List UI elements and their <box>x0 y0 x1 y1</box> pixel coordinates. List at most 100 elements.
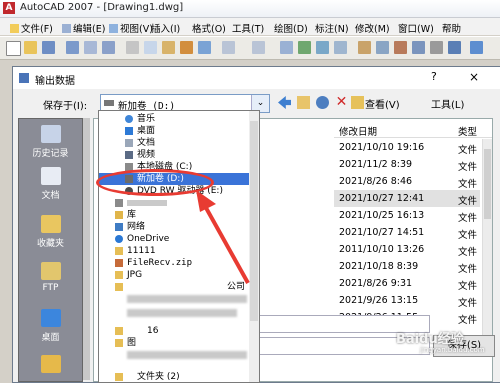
video-icon <box>125 151 133 159</box>
sheet-set-icon[interactable] <box>412 41 425 54</box>
open-icon[interactable] <box>24 41 37 54</box>
menu-insert[interactable]: 插入(I) <box>151 21 180 35</box>
scroll-thumb[interactable] <box>484 149 491 219</box>
list-item[interactable]: 11111 <box>99 245 259 257</box>
sidebar-item-desktop[interactable]: 桌面 <box>19 309 82 343</box>
save-icon[interactable] <box>42 41 55 54</box>
list-item[interactable]: OneDrive <box>99 233 259 245</box>
list-item[interactable]: 文档 <box>99 137 259 149</box>
folder-icon <box>40 355 61 373</box>
list-item[interactable]: 网络 <box>99 221 259 233</box>
up-folder-icon[interactable] <box>297 96 310 109</box>
new-folder-icon[interactable] <box>351 96 364 109</box>
menu-dimension[interactable]: 标注(N) <box>315 21 349 35</box>
menu-format[interactable]: 格式(O) <box>192 21 226 35</box>
ftp-icon <box>40 262 61 280</box>
dialog-title: 输出数据 <box>35 76 75 87</box>
paste-icon[interactable] <box>162 41 175 54</box>
sidebar-item-label: 历史记录 <box>32 149 69 159</box>
properties-icon[interactable] <box>358 41 371 54</box>
menu-help[interactable]: 帮助 <box>442 21 461 35</box>
redacted-text <box>127 309 237 317</box>
table-row[interactable]: 2021/8/26 8:46 文件 <box>334 173 480 190</box>
back-icon[interactable] <box>278 96 291 109</box>
menu-draw[interactable]: 绘图(D) <box>274 21 308 35</box>
dropdown-scrollbar[interactable] <box>249 111 259 382</box>
new-icon[interactable] <box>6 41 21 56</box>
sidebar-scrollbar[interactable] <box>83 118 90 380</box>
column-modified-date[interactable]: 修改日期 <box>339 124 377 138</box>
tool-palettes-icon[interactable] <box>394 41 407 54</box>
list-item[interactable]: 桌面 <box>99 125 259 137</box>
highlight-ellipse <box>96 169 214 196</box>
column-type[interactable]: 类型 <box>458 124 477 138</box>
autocad-logo-icon: A <box>3 2 15 14</box>
save-in-dropdown-list: 音乐 桌面 文档 视频 本地磁盘 (C:) 新加卷 (D:) DVD RW 驱动… <box>98 110 260 383</box>
column-header: 修改日期 类型 <box>334 121 492 138</box>
list-item[interactable]: FileRecv.zip <box>99 257 259 269</box>
list-item[interactable]: 公司 <box>99 281 259 293</box>
menu-modify[interactable]: 修改(M) <box>355 21 390 35</box>
dialog-icon <box>19 73 29 83</box>
list-item[interactable]: 视频 <box>99 149 259 161</box>
sidebar-item-documents[interactable]: 文档 <box>19 167 82 201</box>
zoom-window-icon[interactable] <box>316 41 329 54</box>
list-item[interactable]: 图 <box>99 337 259 349</box>
table-row[interactable]: 2021/10/10 19:16 文件 <box>334 139 480 156</box>
preview-icon[interactable] <box>84 41 97 54</box>
menu-file[interactable]: 文件(F) <box>10 21 53 35</box>
menu-tools[interactable]: 工具(T) <box>232 21 264 35</box>
table-row[interactable]: 2021/9/26 13:15 文件 <box>334 292 480 309</box>
scroll-thumb[interactable] <box>250 121 258 321</box>
block-editor-icon[interactable] <box>198 41 211 54</box>
list-item[interactable]: JPG <box>99 269 259 281</box>
list-item[interactable]: 文件夹 (2) <box>99 371 259 382</box>
save-in-label: 保存于(I): <box>43 101 88 112</box>
design-center-icon[interactable] <box>376 41 389 54</box>
pan-icon[interactable] <box>280 41 293 54</box>
menu-view[interactable]: 视图(V) <box>109 21 153 35</box>
markup-icon[interactable] <box>430 41 443 54</box>
delete-icon[interactable]: ✕ <box>335 95 348 109</box>
table-row[interactable]: 2021/10/27 14:51 文件 <box>334 224 480 241</box>
quickcalc-icon[interactable] <box>448 41 461 54</box>
library-icon <box>115 211 123 219</box>
sidebar-item-label: 文档 <box>41 191 60 201</box>
list-item[interactable]: 16 <box>99 325 259 337</box>
folder-icon <box>115 327 123 335</box>
menu-edit[interactable]: 编辑(E) <box>62 21 105 35</box>
network-icon <box>115 223 123 231</box>
table-row[interactable]: 2021/10/18 8:39 文件 <box>334 258 480 275</box>
sidebar-item-ftp[interactable]: FTP <box>19 262 82 293</box>
table-row[interactable]: 2021/10/25 16:13 文件 <box>334 207 480 224</box>
cut-icon[interactable] <box>126 41 139 54</box>
folder-icon <box>115 373 123 381</box>
table-row[interactable]: 2021/8/26 9:31 文件 <box>334 275 480 292</box>
search-web-icon[interactable] <box>316 96 329 109</box>
list-item[interactable]: 音乐 <box>99 113 259 125</box>
publish-icon[interactable] <box>102 41 115 54</box>
copy-icon[interactable] <box>144 41 157 54</box>
undo-icon[interactable] <box>222 41 235 54</box>
list-item[interactable]: 库 <box>99 209 259 221</box>
sidebar-item-favorites[interactable]: 收藏夹 <box>19 215 82 249</box>
sidebar-item-folder[interactable] <box>19 355 82 376</box>
match-properties-icon[interactable] <box>180 41 193 54</box>
table-row[interactable]: 2021/11/2 8:39 文件 <box>334 156 480 173</box>
table-row[interactable]: 2021/10/27 12:41 文件 <box>334 190 480 207</box>
help-button[interactable]: ? <box>431 70 437 83</box>
close-button[interactable]: × <box>469 70 479 84</box>
table-row[interactable]: 2011/10/10 13:26 文件 <box>334 241 480 258</box>
zoom-realtime-icon[interactable] <box>298 41 311 54</box>
view-menu[interactable]: 查看(V) <box>365 96 400 111</box>
help-icon[interactable] <box>470 41 483 54</box>
places-sidebar: 历史记录 文档 收藏夹 FTP 桌面 <box>18 118 83 382</box>
menu-window[interactable]: 窗口(W) <box>398 21 434 35</box>
tools-menu[interactable]: 工具(L) <box>431 96 464 111</box>
plot-icon[interactable] <box>66 41 79 54</box>
redo-icon[interactable] <box>252 41 265 54</box>
list-item[interactable] <box>99 197 259 209</box>
zoom-previous-icon[interactable] <box>334 41 347 54</box>
file-list-scrollbar[interactable] <box>482 139 492 351</box>
sidebar-item-history[interactable]: 历史记录 <box>19 125 82 159</box>
